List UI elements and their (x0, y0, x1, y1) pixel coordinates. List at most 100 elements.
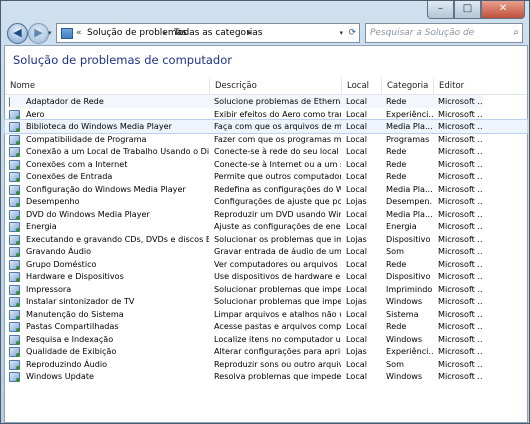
table-row[interactable]: Executando e gravando CDs, DVDs e discos… (5, 233, 527, 246)
column-header-publisher[interactable]: Editor (433, 78, 527, 94)
forward-button[interactable]: ▶ (28, 23, 49, 44)
table-row[interactable]: Instalar sintonizador de TV Solucionar pr… (5, 295, 527, 308)
row-category: Rede (386, 258, 407, 269)
row-publisher: Microsoft ... (438, 158, 483, 169)
breadcrumb-troubleshooting[interactable]: Solução de problemas (87, 24, 187, 42)
row-publisher: Microsoft ... (438, 171, 483, 181)
troubleshooter-list: Adaptador de Rede Solucione problemas de … (4, 95, 528, 383)
row-description: Ver computadores ou arquivos c... (214, 258, 341, 269)
row-name: Pastas Compartilhadas (26, 321, 119, 331)
row-description: Exibir efeitos do Aero como trans... (214, 108, 341, 119)
table-row[interactable]: Conexão a um Local de Trabalho Usando o … (5, 145, 527, 158)
row-location: Local (346, 371, 367, 381)
row-description: Localize itens no computador usa... (214, 333, 341, 344)
row-publisher: Microsoft ... (438, 321, 483, 331)
row-publisher: Microsoft ... (438, 183, 483, 194)
table-row[interactable]: DVD do Windows Media Player Reproduzir um… (5, 208, 527, 221)
table-row[interactable]: Pastas Compartilhadas Acesse pastas e arq… (5, 320, 527, 333)
row-category: Desempen... (386, 196, 433, 206)
row-location: Local (346, 308, 367, 319)
table-row[interactable]: Hardware e Dispositivos Use dispositivos … (5, 270, 527, 283)
address-dropdown-icon[interactable]: ▾ (339, 24, 343, 42)
row-name: Biblioteca do Windows Media Player (26, 121, 172, 131)
row-name: Manutenção do Sistema (26, 308, 124, 319)
row-publisher: Microsoft ... (438, 371, 483, 381)
row-name: Hardware e Dispositivos (26, 271, 124, 281)
search-input[interactable]: Pesquisar a Solução de Problemas ⌕ (365, 23, 523, 56)
table-row[interactable]: Desempenho Configurações de ajuste que po… (5, 195, 527, 208)
column-header-category[interactable]: Categoria (381, 78, 433, 94)
row-description: Conecte-se à rede do seu local de... (214, 146, 341, 156)
column-header-location[interactable]: Local (341, 78, 381, 94)
breadcrumb-separator-icon[interactable]: ▸ (163, 24, 167, 42)
table-row[interactable]: Reproduzindo Áudio Reproduzir sons ou out… (5, 358, 527, 371)
row-category: Dispositivo (386, 233, 431, 244)
row-location: Local (346, 146, 367, 156)
page-title: Solução de problemas de computador (13, 53, 232, 67)
row-category: Som (386, 358, 404, 369)
control-panel-icon (61, 28, 73, 39)
row-location: Local (346, 283, 367, 294)
row-name: Adaptador de Rede (10, 95, 209, 108)
address-bar[interactable]: « Solução de problemas ▸ Todas as catego… (56, 23, 360, 43)
row-name: Energia (26, 221, 57, 231)
row-name: Pesquisa e Indexação (26, 333, 114, 344)
row-publisher: Microsoft ... (438, 346, 483, 356)
recent-pages-dropdown-icon[interactable]: ▾ (48, 29, 52, 37)
row-category: Rede (386, 146, 407, 156)
table-row[interactable]: Adaptador de Rede Solucione problemas de … (5, 95, 527, 108)
row-description: Conecte-se à Internet ou a um sit... (214, 158, 341, 169)
table-row[interactable]: Aero Exibir efeitos do Aero como trans...… (5, 108, 527, 121)
table-row[interactable]: Conexões de Entrada Permite que outros co… (5, 170, 527, 183)
table-row[interactable]: Gravando Áudio Gravar entrada de áudio de… (5, 245, 527, 258)
breadcrumb-separator-icon[interactable]: ▸ (248, 24, 252, 42)
navigation-bar: ◀ ▶ ▾ « Solução de problemas ▸ Todas as … (1, 21, 529, 56)
row-category: Rede (386, 158, 407, 169)
row-description: Solucionar os problemas que imp... (214, 233, 341, 244)
row-publisher: Microsoft ... (438, 108, 483, 119)
table-row[interactable]: Configuração do Windows Media Player Rede… (5, 183, 527, 196)
table-row[interactable]: Impressora Solucionar problemas que imped… (5, 283, 527, 296)
row-category: Dispositivo (386, 271, 431, 281)
table-row[interactable]: Conexões com a Internet Conecte-se à Inte… (5, 158, 527, 171)
row-name: Executando e gravando CDs, DVDs e discos… (26, 233, 209, 244)
close-button[interactable]: ✕ (481, 1, 525, 19)
row-publisher: Microsoft ... (438, 271, 483, 281)
row-description: Permite que outros computadore... (214, 171, 341, 181)
row-name: Desempenho (26, 196, 80, 206)
row-category: Media Pla... (386, 208, 433, 219)
address-overflow-icon[interactable]: « (76, 24, 82, 42)
row-name: Conexões com a Internet (26, 158, 128, 169)
row-category: Experiênci... (386, 108, 433, 119)
row-category: Sistema (386, 308, 419, 319)
table-row[interactable]: Grupo Doméstico Ver computadores ou arqui… (5, 258, 527, 271)
row-category: Imprimindo (386, 283, 433, 294)
row-category: Som (386, 246, 404, 256)
table-row[interactable]: Biblioteca do Windows Media Player Faça c… (4, 119, 528, 134)
row-description: Redefina as configurações do Wi... (214, 183, 341, 194)
table-row[interactable]: Manutenção do Sistema Limpar arquivos e a… (5, 308, 527, 321)
row-name: Reproduzindo Áudio (26, 358, 108, 369)
row-description: Gravar entrada de áudio de um m... (214, 246, 341, 256)
row-description: Limpar arquivos e atalhos não ut... (214, 308, 341, 319)
search-icon[interactable]: ⌕ (513, 24, 519, 42)
table-row[interactable]: Compatibilidade de Programa Fazer com que… (5, 133, 527, 146)
column-header-name[interactable]: Nome (5, 78, 209, 94)
back-button[interactable]: ◀ (7, 23, 28, 44)
row-description: Faça com que os arquivos de míd... (214, 121, 341, 131)
column-header-description[interactable]: Descrição (209, 78, 341, 94)
row-name: Qualidade de Exibição (26, 346, 117, 356)
table-row[interactable]: Pesquisa e Indexação Localize itens no co… (5, 333, 527, 346)
table-row[interactable]: Windows Update Resolva problemas que impe… (5, 370, 527, 383)
table-row[interactable]: Energia Ajuste as configurações de energi… (5, 220, 527, 233)
troubleshooting-window: – □ ✕ ◀ ▶ ▾ « Solução de problemas ▸ Tod… (0, 0, 530, 424)
window-controls: – □ ✕ (427, 1, 525, 19)
row-category: Media Pla... (386, 183, 433, 194)
row-location: Local (346, 246, 367, 256)
row-location: Local (346, 221, 367, 231)
minimize-button[interactable]: – (427, 1, 454, 19)
table-row[interactable]: Qualidade de Exibição Alterar configuraçõ… (5, 345, 527, 358)
row-publisher: Microsoft ... (438, 133, 483, 144)
refresh-icon[interactable]: ⟳ (348, 24, 356, 42)
maximize-button[interactable]: □ (454, 1, 481, 19)
